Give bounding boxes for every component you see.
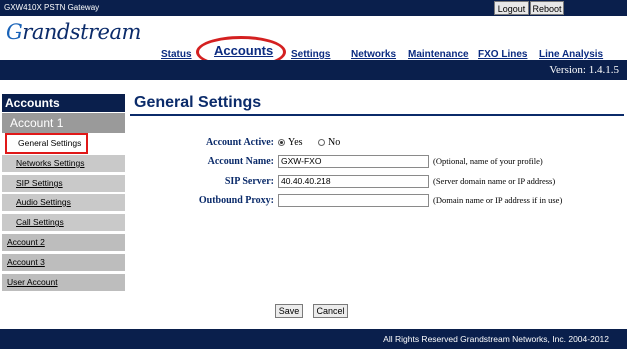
nav-networks[interactable]: Networks: [351, 49, 396, 60]
outbound-proxy-input[interactable]: [278, 194, 429, 207]
outbound-proxy-label: Outbound Proxy:: [198, 195, 274, 206]
sidebar-item-user-account[interactable]: User Account: [2, 274, 125, 291]
device-model: GXW410X PSTN Gateway: [4, 3, 100, 12]
nav-line-analysis[interactable]: Line Analysis: [539, 49, 603, 60]
account-name-input[interactable]: GXW-FXO: [278, 155, 429, 168]
sidebar-item-account-3[interactable]: Account 3: [2, 254, 125, 271]
sidebar-item-call-settings[interactable]: Call Settings: [2, 214, 125, 231]
highlight-box: [5, 133, 88, 154]
logo-text: randstream: [22, 20, 141, 44]
sidebar-item-account-2[interactable]: Account 2: [2, 234, 125, 251]
cancel-button[interactable]: Cancel: [313, 304, 348, 318]
grandstream-logo: Grandstream: [6, 20, 141, 44]
logo-initial: G: [6, 20, 23, 44]
nav-settings[interactable]: Settings: [291, 49, 330, 60]
sidebar-item-audio-settings[interactable]: Audio Settings: [2, 194, 125, 211]
page-title: General Settings: [134, 94, 262, 111]
account-name-label: Account Name:: [207, 156, 274, 167]
firmware-version: Version: 1.4.1.5: [549, 64, 619, 76]
sub-header-bar: Version: 1.4.1.5: [0, 60, 627, 80]
account-name-hint: (Optional, name of your profile): [433, 156, 543, 166]
copyright-text: All Rights Reserved Grandstream Networks…: [383, 334, 609, 344]
sip-server-hint: (Server domain name or IP address): [433, 176, 556, 186]
sip-server-label: SIP Server:: [224, 176, 274, 187]
nav-fxo-lines[interactable]: FXO Lines: [478, 49, 527, 60]
sidebar-item-networks-settings[interactable]: Networks Settings: [2, 155, 125, 172]
outbound-proxy-hint: (Domain name or IP address if in use): [433, 195, 563, 205]
nav-status[interactable]: Status: [161, 49, 192, 60]
title-divider: [130, 114, 624, 116]
account-active-no-label: No: [328, 137, 341, 148]
sidebar-item-sip-settings[interactable]: SIP Settings: [2, 175, 125, 192]
save-button[interactable]: Save: [275, 304, 303, 318]
footer-bar: All Rights Reserved Grandstream Networks…: [0, 329, 627, 349]
logout-button[interactable]: Logout: [494, 1, 529, 15]
account-active-yes-radio[interactable]: [278, 139, 285, 146]
account-active-yes-label: Yes: [288, 137, 303, 148]
sip-server-input[interactable]: 40.40.40.218: [278, 175, 429, 188]
nav-maintenance[interactable]: Maintenance: [408, 49, 469, 60]
reboot-button[interactable]: Reboot: [530, 1, 564, 15]
account-active-label: Account Active:: [205, 137, 274, 148]
account-active-no-radio[interactable]: [318, 139, 325, 146]
sidebar-account-1[interactable]: Account 1: [2, 113, 125, 133]
nav-accounts[interactable]: Accounts: [214, 43, 273, 58]
sidebar-heading: Accounts: [2, 94, 125, 112]
